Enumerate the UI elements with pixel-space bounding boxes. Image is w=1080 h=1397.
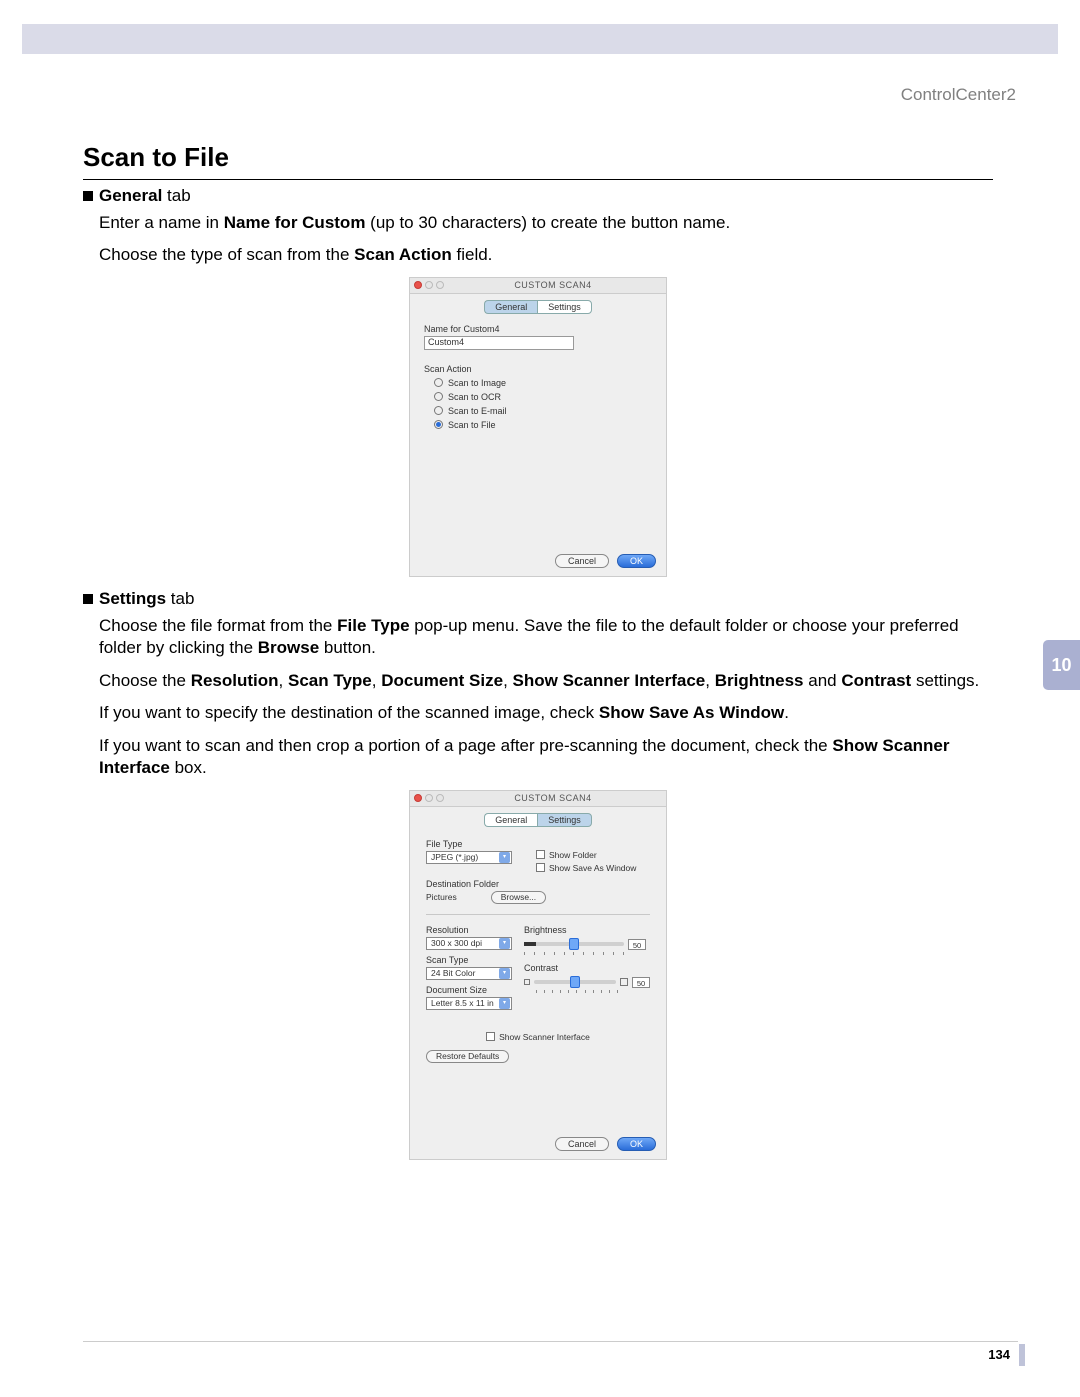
window-traffic-lights <box>414 281 444 289</box>
bullet-general-bold: General <box>99 186 162 205</box>
label-scan-action: Scan Action <box>424 364 652 374</box>
bullet-settings-bold: Settings <box>99 589 166 608</box>
chevron-down-icon <box>499 998 510 1009</box>
divider <box>426 914 650 915</box>
checkbox-show-save-as-window[interactable]: Show Save As Window <box>536 863 650 873</box>
bullet-settings: Settings tab <box>83 589 993 609</box>
label-resolution: Resolution <box>426 925 514 935</box>
settings-para-4: If you want to scan and then crop a port… <box>99 735 993 780</box>
settings-para-3: If you want to specify the destination o… <box>99 702 993 724</box>
checkbox-icon <box>536 850 545 859</box>
brightness-slider[interactable]: 50 <box>524 939 650 950</box>
dialog-body: File Type JPEG (*.jpg) Show Folder Show … <box>410 831 666 1131</box>
brightness-value[interactable]: 50 <box>628 939 646 950</box>
dialog-footer: Cancel OK <box>410 1131 666 1159</box>
file-type-select[interactable]: JPEG (*.jpg) <box>426 851 512 864</box>
radio-icon <box>434 378 443 387</box>
checkbox-icon <box>536 863 545 872</box>
cancel-button[interactable]: Cancel <box>555 554 609 568</box>
cancel-button[interactable]: Cancel <box>555 1137 609 1151</box>
destination-folder-row: Destination Folder Pictures Browse... <box>426 879 650 904</box>
chevron-down-icon <box>499 852 510 863</box>
dialog-footer: Cancel OK <box>410 548 666 576</box>
settings-para-2: Choose the Resolution, Scan Type, Docume… <box>99 670 993 692</box>
content-area: General tab Enter a name in Name for Cus… <box>83 186 993 1172</box>
radio-scan-to-image[interactable]: Scan to Image <box>434 378 652 388</box>
bullet-square-icon <box>83 594 93 604</box>
tab-general[interactable]: General <box>484 813 537 827</box>
zoom-icon <box>436 794 444 802</box>
chevron-down-icon <box>499 968 510 979</box>
dialog-segmented-tabs: General Settings <box>410 294 666 318</box>
checkbox-show-folder[interactable]: Show Folder <box>536 850 650 860</box>
page-title: Scan to File <box>83 142 993 180</box>
close-icon[interactable] <box>414 794 422 802</box>
zoom-icon <box>436 281 444 289</box>
ok-button[interactable]: OK <box>617 1137 656 1151</box>
top-color-band <box>22 24 1058 54</box>
checkbox-icon <box>486 1032 495 1041</box>
label-destination-folder: Destination Folder <box>426 879 650 889</box>
page-number: 134 <box>988 1347 1010 1362</box>
dialog-body: Name for Custom4 Custom4 Scan Action Sca… <box>410 318 666 548</box>
tab-general[interactable]: General <box>484 300 537 314</box>
tab-settings[interactable]: Settings <box>537 813 592 827</box>
chapter-side-tab: 10 <box>1043 640 1080 690</box>
restore-defaults-button[interactable]: Restore Defaults <box>426 1050 509 1063</box>
dialog-segmented-tabs: General Settings <box>410 807 666 831</box>
slider-tickmarks <box>536 990 618 993</box>
dialog-title: CUSTOM SCAN4 <box>444 793 662 803</box>
label-name-for-custom: Name for Custom4 <box>424 324 652 334</box>
checkbox-show-scanner-interface[interactable]: Show Scanner Interface <box>426 1032 650 1042</box>
resolution-select[interactable]: 300 x 300 dpi <box>426 937 512 950</box>
slider-tickmarks <box>524 952 624 955</box>
footer-tick-mark <box>1019 1344 1025 1366</box>
radio-scan-to-file[interactable]: Scan to File <box>434 420 652 430</box>
dialog-titlebar: CUSTOM SCAN4 <box>410 791 666 807</box>
contrast-value[interactable]: 50 <box>632 977 650 988</box>
tab-settings[interactable]: Settings <box>537 300 592 314</box>
scan-params-row: Resolution 300 x 300 dpi Scan Type 24 Bi… <box>426 925 650 1010</box>
scan-type-select[interactable]: 24 Bit Color <box>426 967 512 980</box>
label-file-type: File Type <box>426 839 526 849</box>
minimize-icon <box>425 281 433 289</box>
bullet-general-rest: tab <box>162 186 190 205</box>
header-product-name: ControlCenter2 <box>901 85 1016 105</box>
bullet-square-icon <box>83 191 93 201</box>
general-para-1: Enter a name in Name for Custom (up to 3… <box>99 212 993 234</box>
dialog-custom-scan-settings: CUSTOM SCAN4 General Settings File Type … <box>409 790 667 1160</box>
close-icon[interactable] <box>414 281 422 289</box>
scan-action-group: Scan Action Scan to Image Scan to OCR Sc… <box>424 364 652 430</box>
minimize-icon <box>425 794 433 802</box>
document-size-select[interactable]: Letter 8.5 x 11 in <box>426 997 512 1010</box>
radio-scan-to-ocr[interactable]: Scan to OCR <box>434 392 652 402</box>
bullet-settings-rest: tab <box>166 589 194 608</box>
radio-icon <box>434 406 443 415</box>
dialog-custom-scan-general: CUSTOM SCAN4 General Settings Name for C… <box>409 277 667 577</box>
restore-defaults-row: Restore Defaults <box>426 1050 650 1063</box>
radio-icon <box>434 392 443 401</box>
bullet-general: General tab <box>83 186 993 206</box>
settings-para-1: Choose the file format from the File Typ… <box>99 615 993 660</box>
radio-scan-to-email[interactable]: Scan to E-mail <box>434 406 652 416</box>
ok-button[interactable]: OK <box>617 554 656 568</box>
footer-rule <box>83 1341 1018 1342</box>
label-scan-type: Scan Type <box>426 955 514 965</box>
radio-icon <box>434 420 443 429</box>
browse-button[interactable]: Browse... <box>491 891 546 904</box>
filetype-row: File Type JPEG (*.jpg) Show Folder Show … <box>426 839 650 873</box>
general-para-2: Choose the type of scan from the Scan Ac… <box>99 244 993 266</box>
name-for-custom-input[interactable]: Custom4 <box>424 336 574 350</box>
label-brightness: Brightness <box>524 925 650 935</box>
destination-folder-value: Pictures <box>426 892 457 902</box>
label-document-size: Document Size <box>426 985 514 995</box>
window-traffic-lights <box>414 794 444 802</box>
chevron-down-icon <box>499 938 510 949</box>
contrast-slider[interactable]: 50 <box>524 977 650 988</box>
dialog-title: CUSTOM SCAN4 <box>444 280 662 290</box>
label-contrast: Contrast <box>524 963 650 973</box>
chapter-number: 10 <box>1051 655 1071 676</box>
dialog-titlebar: CUSTOM SCAN4 <box>410 278 666 294</box>
